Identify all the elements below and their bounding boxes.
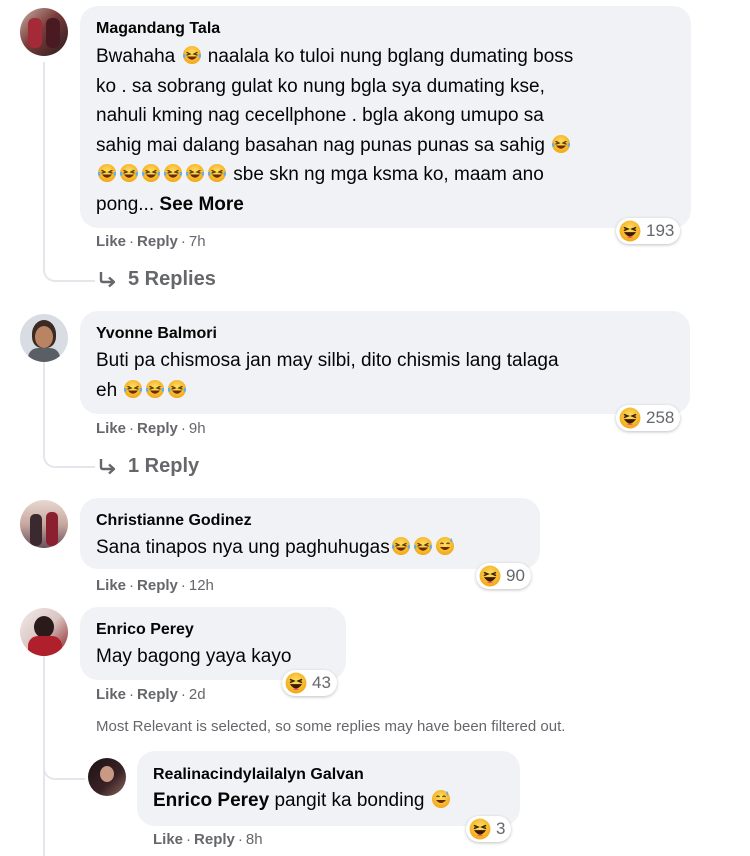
laugh-tears-emoji-icon (145, 379, 165, 399)
avatar[interactable] (20, 608, 68, 656)
timestamp[interactable]: 7h (189, 233, 206, 250)
reaction-count[interactable]: 3 (466, 816, 512, 842)
avatar[interactable] (20, 314, 68, 362)
like-button[interactable]: Like (96, 577, 126, 594)
reply-button[interactable]: Reply (137, 233, 178, 250)
comment-actions: Like · Reply · 9h (96, 420, 206, 437)
filter-notice: Most Relevant is selected, so some repli… (96, 718, 566, 735)
timestamp[interactable]: 12h (189, 577, 214, 594)
haha-reaction-icon (285, 672, 307, 694)
timestamp[interactable]: 9h (189, 420, 206, 437)
reply-button[interactable]: Reply (137, 420, 178, 437)
sweat-smile-emoji-icon (431, 789, 451, 809)
haha-reaction-icon (469, 818, 491, 840)
mention-link[interactable]: Enrico Perey (153, 790, 269, 811)
reply-button[interactable]: Reply (137, 686, 178, 703)
comment-author[interactable]: Christianne Godinez (96, 512, 252, 530)
laugh-tears-emoji-icon (167, 379, 187, 399)
laugh-tears-emoji-icon (119, 163, 139, 183)
reaction-count[interactable]: 90 (476, 563, 531, 589)
comment-actions: Like · Reply · 7h (96, 233, 206, 250)
laugh-tears-emoji-icon (163, 163, 183, 183)
comment-text: Buti pa chismosa jan may silbi, dito chi… (96, 350, 559, 401)
laugh-tears-emoji-icon (182, 45, 202, 65)
laugh-tears-emoji-icon (141, 163, 161, 183)
comment-text: May bagong yaya kayo (96, 646, 292, 667)
comment-author[interactable]: Realinacindylailalyn Galvan (153, 766, 364, 784)
like-button[interactable]: Like (153, 831, 183, 848)
view-replies-link[interactable]: 1 Reply (98, 455, 199, 478)
see-more-link[interactable]: See More (159, 194, 243, 215)
comment-text: Enrico Perey pangit ka bonding (153, 786, 513, 816)
comment-actions: Like · Reply · 8h (153, 831, 263, 848)
reply-arrow-icon (98, 457, 118, 477)
avatar[interactable] (88, 758, 126, 796)
reaction-count[interactable]: 193 (616, 218, 681, 244)
comment-author[interactable]: Magandang Tala (96, 20, 220, 38)
avatar[interactable] (20, 8, 68, 56)
sweat-smile-emoji-icon (435, 536, 455, 556)
laugh-tears-emoji-icon (207, 163, 227, 183)
reply-button[interactable]: Reply (194, 831, 235, 848)
view-replies-link[interactable]: 5 Replies (98, 268, 216, 291)
comment-actions: Like · Reply · 12h (96, 577, 214, 594)
haha-reaction-icon (479, 565, 501, 587)
avatar[interactable] (20, 500, 68, 548)
laugh-tears-emoji-icon (551, 134, 571, 154)
comment-author[interactable]: Enrico Perey (96, 621, 194, 639)
reply-arrow-icon (98, 270, 118, 290)
timestamp[interactable]: 8h (246, 831, 263, 848)
comment-text: Bwahaha naalala ko tuloi nung bglang dum… (96, 45, 574, 215)
like-button[interactable]: Like (96, 686, 126, 703)
laugh-tears-emoji-icon (413, 536, 433, 556)
comment-text: Sana tinapos nya ung paghuhugas (96, 533, 536, 563)
laugh-tears-emoji-icon (185, 163, 205, 183)
comment-author[interactable]: Yvonne Balmori (96, 325, 217, 343)
reaction-count[interactable]: 43 (282, 670, 337, 696)
laugh-tears-emoji-icon (97, 163, 117, 183)
laugh-tears-emoji-icon (391, 536, 411, 556)
thread-connector (43, 740, 85, 780)
haha-reaction-icon (619, 407, 641, 429)
reply-button[interactable]: Reply (137, 577, 178, 594)
reaction-count[interactable]: 258 (616, 405, 681, 431)
like-button[interactable]: Like (96, 420, 126, 437)
laugh-tears-emoji-icon (123, 379, 143, 399)
timestamp[interactable]: 2d (189, 686, 206, 703)
like-button[interactable]: Like (96, 233, 126, 250)
comment-actions: Like · Reply · 2d (96, 686, 206, 703)
haha-reaction-icon (619, 220, 641, 242)
